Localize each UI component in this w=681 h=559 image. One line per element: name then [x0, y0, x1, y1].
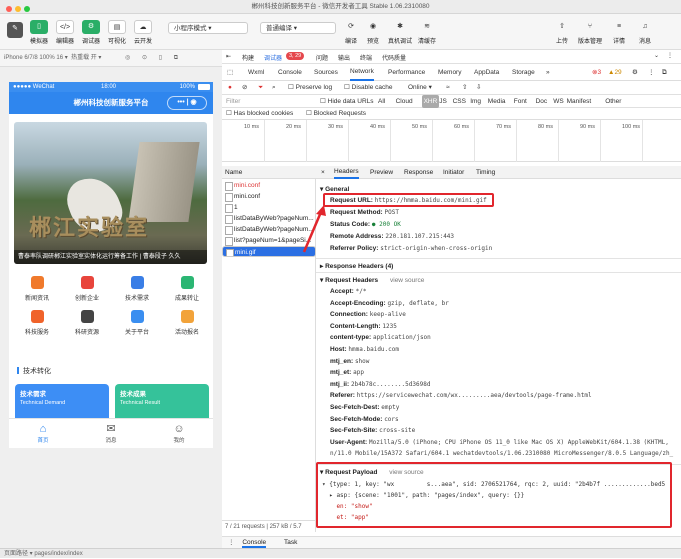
annotation-arrow — [302, 205, 326, 253]
drawer-tab-task[interactable]: Task — [284, 539, 297, 546]
drawer-tab-console[interactable]: Console — [242, 539, 267, 548]
console-drawer: ⋮ Console Task — [222, 536, 681, 548]
drawer-menu-icon[interactable]: ⋮ — [228, 539, 235, 546]
bottom-status-bar: 页面路径 ▾ pages/index/index — [0, 548, 681, 558]
page-path: 页面路径 ▾ pages/index/index — [4, 551, 83, 557]
